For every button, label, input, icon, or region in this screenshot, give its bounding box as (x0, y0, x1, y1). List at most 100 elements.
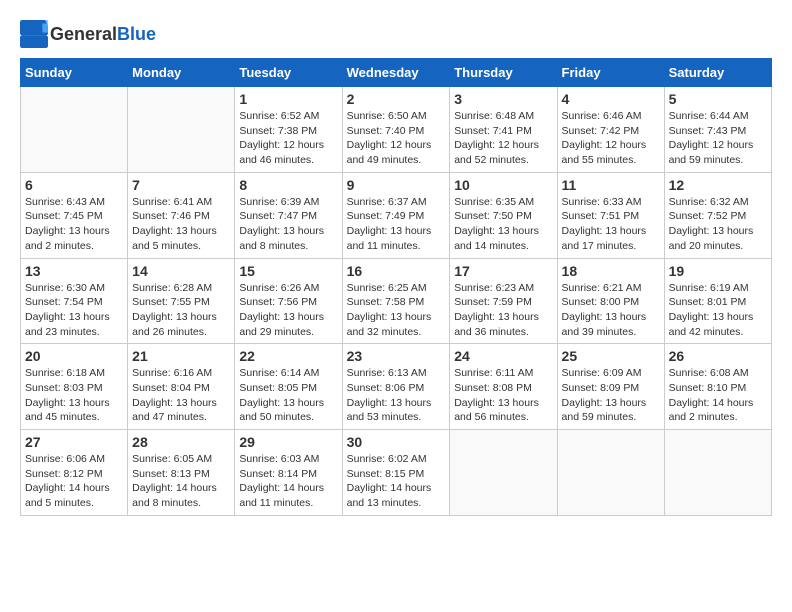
day-info: Sunrise: 6:13 AM Sunset: 8:06 PM Dayligh… (347, 366, 446, 425)
day-info: Sunrise: 6:06 AM Sunset: 8:12 PM Dayligh… (25, 452, 123, 511)
day-info: Sunrise: 6:11 AM Sunset: 8:08 PM Dayligh… (454, 366, 552, 425)
day-info: Sunrise: 6:28 AM Sunset: 7:55 PM Dayligh… (132, 281, 230, 340)
day-info: Sunrise: 6:33 AM Sunset: 7:51 PM Dayligh… (562, 195, 660, 254)
calendar-day-7: 7 Sunrise: 6:41 AM Sunset: 7:46 PM Daylig… (128, 172, 235, 258)
weekday-header-saturday: Saturday (664, 59, 771, 87)
day-info: Sunrise: 6:18 AM Sunset: 8:03 PM Dayligh… (25, 366, 123, 425)
day-info: Sunrise: 6:44 AM Sunset: 7:43 PM Dayligh… (669, 109, 767, 168)
calendar-day-18: 18 Sunrise: 6:21 AM Sunset: 8:00 PM Dayli… (557, 258, 664, 344)
calendar-day-29: 29 Sunrise: 6:03 AM Sunset: 8:14 PM Dayli… (235, 430, 342, 516)
calendar-day-12: 12Sunrise: 6:32 AM Sunset: 7:52 PM Dayli… (664, 172, 771, 258)
calendar-day-25: 25 Sunrise: 6:09 AM Sunset: 8:09 PM Dayli… (557, 344, 664, 430)
day-number: 6 (25, 177, 123, 193)
day-info: Sunrise: 6:39 AM Sunset: 7:47 PM Dayligh… (239, 195, 337, 254)
day-info: Sunrise: 6:05 AM Sunset: 8:13 PM Dayligh… (132, 452, 230, 511)
calendar-day-5: 5Sunrise: 6:44 AM Sunset: 7:43 PM Daylig… (664, 87, 771, 173)
day-number: 7 (132, 177, 230, 193)
calendar-day-9: 9 Sunrise: 6:37 AM Sunset: 7:49 PM Daylig… (342, 172, 450, 258)
day-number: 24 (454, 348, 552, 364)
day-info: Sunrise: 6:50 AM Sunset: 7:40 PM Dayligh… (347, 109, 446, 168)
day-info: Sunrise: 6:03 AM Sunset: 8:14 PM Dayligh… (239, 452, 337, 511)
calendar-day-30: 30 Sunrise: 6:02 AM Sunset: 8:15 PM Dayli… (342, 430, 450, 516)
day-number: 30 (347, 434, 446, 450)
calendar-day-2: 2 Sunrise: 6:50 AM Sunset: 7:40 PM Daylig… (342, 87, 450, 173)
day-number: 23 (347, 348, 446, 364)
calendar-empty-cell (128, 87, 235, 173)
logo-blue: Blue (117, 24, 156, 44)
day-number: 25 (562, 348, 660, 364)
day-info: Sunrise: 6:30 AM Sunset: 7:54 PM Dayligh… (25, 281, 123, 340)
calendar-week-row: 6 Sunrise: 6:43 AM Sunset: 7:45 PM Daylig… (21, 172, 772, 258)
logo-general: General (50, 24, 117, 44)
calendar-day-10: 10Sunrise: 6:35 AM Sunset: 7:50 PM Dayli… (450, 172, 557, 258)
calendar-empty-cell (664, 430, 771, 516)
day-info: Sunrise: 6:09 AM Sunset: 8:09 PM Dayligh… (562, 366, 660, 425)
day-number: 14 (132, 263, 230, 279)
calendar-day-14: 14 Sunrise: 6:28 AM Sunset: 7:55 PM Dayli… (128, 258, 235, 344)
calendar-day-24: 24 Sunrise: 6:11 AM Sunset: 8:08 PM Dayli… (450, 344, 557, 430)
day-info: Sunrise: 6:52 AM Sunset: 7:38 PM Dayligh… (239, 109, 337, 168)
calendar-day-8: 8Sunrise: 6:39 AM Sunset: 7:47 PM Daylig… (235, 172, 342, 258)
calendar-day-15: 15Sunrise: 6:26 AM Sunset: 7:56 PM Dayli… (235, 258, 342, 344)
day-number: 27 (25, 434, 123, 450)
day-number: 2 (347, 91, 446, 107)
calendar-empty-cell (450, 430, 557, 516)
day-number: 1 (239, 91, 337, 107)
weekday-header-thursday: Thursday (450, 59, 557, 87)
calendar-day-13: 13 Sunrise: 6:30 AM Sunset: 7:54 PM Dayli… (21, 258, 128, 344)
day-number: 29 (239, 434, 337, 450)
day-info: Sunrise: 6:14 AM Sunset: 8:05 PM Dayligh… (239, 366, 337, 425)
day-info: Sunrise: 6:41 AM Sunset: 7:46 PM Dayligh… (132, 195, 230, 254)
calendar-week-row: 1 Sunrise: 6:52 AM Sunset: 7:38 PM Daylig… (21, 87, 772, 173)
calendar-day-26: 26 Sunrise: 6:08 AM Sunset: 8:10 PM Dayli… (664, 344, 771, 430)
calendar-week-row: 27 Sunrise: 6:06 AM Sunset: 8:12 PM Dayli… (21, 430, 772, 516)
logo: GeneralBlue (20, 20, 156, 48)
calendar-week-row: 20 Sunrise: 6:18 AM Sunset: 8:03 PM Dayli… (21, 344, 772, 430)
day-number: 21 (132, 348, 230, 364)
weekday-header-monday: Monday (128, 59, 235, 87)
day-number: 22 (239, 348, 337, 364)
calendar-day-4: 4 Sunrise: 6:46 AM Sunset: 7:42 PM Daylig… (557, 87, 664, 173)
day-number: 3 (454, 91, 552, 107)
day-number: 17 (454, 263, 552, 279)
day-number: 4 (562, 91, 660, 107)
calendar-day-22: 22 Sunrise: 6:14 AM Sunset: 8:05 PM Dayli… (235, 344, 342, 430)
calendar-day-6: 6 Sunrise: 6:43 AM Sunset: 7:45 PM Daylig… (21, 172, 128, 258)
weekday-header-wednesday: Wednesday (342, 59, 450, 87)
day-number: 11 (562, 177, 660, 193)
day-number: 16 (347, 263, 446, 279)
weekday-header-row: SundayMondayTuesdayWednesdayThursdayFrid… (21, 59, 772, 87)
weekday-header-friday: Friday (557, 59, 664, 87)
day-info: Sunrise: 6:02 AM Sunset: 8:15 PM Dayligh… (347, 452, 446, 511)
calendar-day-3: 3Sunrise: 6:48 AM Sunset: 7:41 PM Daylig… (450, 87, 557, 173)
day-info: Sunrise: 6:43 AM Sunset: 7:45 PM Dayligh… (25, 195, 123, 254)
day-info: Sunrise: 6:26 AM Sunset: 7:56 PM Dayligh… (239, 281, 337, 340)
day-number: 26 (669, 348, 767, 364)
day-number: 18 (562, 263, 660, 279)
day-info: Sunrise: 6:25 AM Sunset: 7:58 PM Dayligh… (347, 281, 446, 340)
day-number: 13 (25, 263, 123, 279)
calendar-week-row: 13 Sunrise: 6:30 AM Sunset: 7:54 PM Dayli… (21, 258, 772, 344)
day-info: Sunrise: 6:16 AM Sunset: 8:04 PM Dayligh… (132, 366, 230, 425)
day-info: Sunrise: 6:46 AM Sunset: 7:42 PM Dayligh… (562, 109, 660, 168)
calendar-empty-cell (557, 430, 664, 516)
page-header: GeneralBlue (20, 20, 772, 48)
day-info: Sunrise: 6:08 AM Sunset: 8:10 PM Dayligh… (669, 366, 767, 425)
day-info: Sunrise: 6:35 AM Sunset: 7:50 PM Dayligh… (454, 195, 552, 254)
day-number: 20 (25, 348, 123, 364)
day-info: Sunrise: 6:23 AM Sunset: 7:59 PM Dayligh… (454, 281, 552, 340)
calendar-empty-cell (21, 87, 128, 173)
calendar-day-17: 17 Sunrise: 6:23 AM Sunset: 7:59 PM Dayli… (450, 258, 557, 344)
calendar-day-16: 16 Sunrise: 6:25 AM Sunset: 7:58 PM Dayli… (342, 258, 450, 344)
calendar-day-28: 28Sunrise: 6:05 AM Sunset: 8:13 PM Dayli… (128, 430, 235, 516)
calendar-day-27: 27 Sunrise: 6:06 AM Sunset: 8:12 PM Dayli… (21, 430, 128, 516)
day-info: Sunrise: 6:21 AM Sunset: 8:00 PM Dayligh… (562, 281, 660, 340)
calendar-day-21: 21 Sunrise: 6:16 AM Sunset: 8:04 PM Dayli… (128, 344, 235, 430)
calendar-day-11: 11 Sunrise: 6:33 AM Sunset: 7:51 PM Dayli… (557, 172, 664, 258)
day-info: Sunrise: 6:32 AM Sunset: 7:52 PM Dayligh… (669, 195, 767, 254)
day-number: 9 (347, 177, 446, 193)
calendar-day-1: 1 Sunrise: 6:52 AM Sunset: 7:38 PM Daylig… (235, 87, 342, 173)
day-info: Sunrise: 6:37 AM Sunset: 7:49 PM Dayligh… (347, 195, 446, 254)
calendar-day-19: 19Sunrise: 6:19 AM Sunset: 8:01 PM Dayli… (664, 258, 771, 344)
day-info: Sunrise: 6:19 AM Sunset: 8:01 PM Dayligh… (669, 281, 767, 340)
